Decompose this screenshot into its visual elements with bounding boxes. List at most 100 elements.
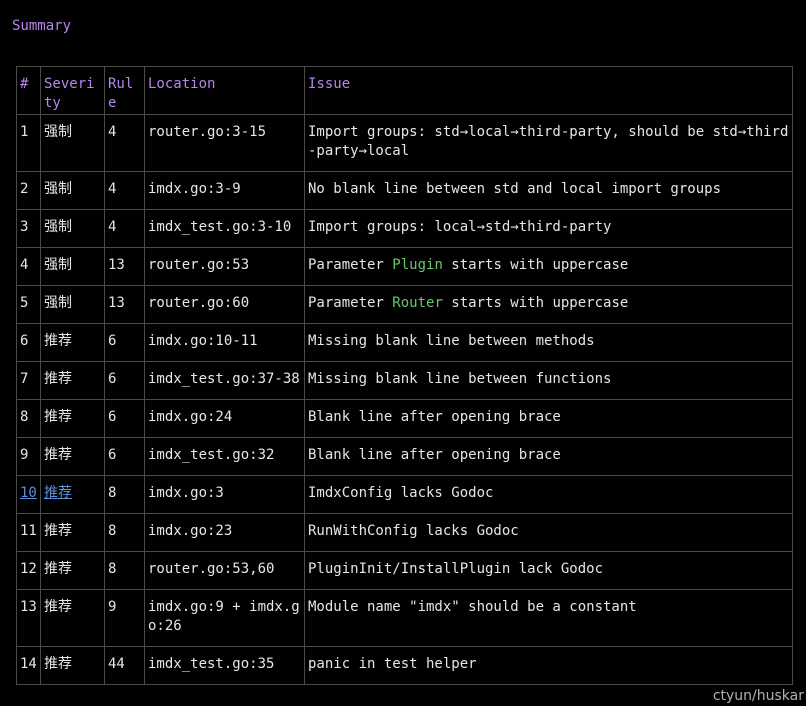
page-title: Summary (12, 18, 72, 34)
column-header-rule: Rule (104, 66, 145, 115)
row-number: 5 (16, 285, 41, 324)
row-issue: Parameter Router starts with uppercase (304, 285, 793, 324)
row-location: imdx.go:3 (144, 475, 305, 514)
row-issue: Blank line after opening brace (304, 399, 793, 438)
row-number: 14 (16, 646, 41, 685)
row-severity: 推荐 (40, 323, 105, 362)
row-number: 2 (16, 171, 41, 210)
row-rule: 8 (104, 475, 145, 514)
table-row: 5 强制 13 router.go:60 Parameter Router st… (16, 285, 793, 324)
table-row: 12 推荐 8 router.go:53,60 PluginInit/Insta… (16, 551, 793, 590)
column-header-location: Location (144, 66, 305, 115)
row-rule: 4 (104, 114, 145, 172)
row-number: 13 (16, 589, 41, 647)
table-row: 1 强制 4 router.go:3-15 Import groups: std… (16, 114, 793, 172)
review-summary-table: # Severity Rule Location Issue 1 强制 4 ro… (16, 66, 793, 685)
row-location: imdx_test.go:37-38 (144, 361, 305, 400)
row-number: 3 (16, 209, 41, 248)
row-rule: 6 (104, 437, 145, 476)
row-rule: 13 (104, 247, 145, 286)
row-number: 11 (16, 513, 41, 552)
row-severity: 强制 (40, 114, 105, 172)
row-number: 7 (16, 361, 41, 400)
issue-text-prefix: Parameter (308, 257, 393, 273)
row-issue: ImdxConfig lacks Godoc (304, 475, 793, 514)
table-row: 6 推荐 6 imdx.go:10-11 Missing blank line … (16, 323, 793, 362)
row-issue: Parameter Plugin starts with uppercase (304, 247, 793, 286)
issue-text-suffix: starts with uppercase (442, 257, 629, 273)
row-location: imdx.go:9 + imdx.go:26 (144, 589, 305, 647)
column-header-number: # (16, 66, 41, 115)
row-rule: 4 (104, 209, 145, 248)
row-location: router.go:53 (144, 247, 305, 286)
row-rule: 6 (104, 323, 145, 362)
row-number: 9 (16, 437, 41, 476)
column-header-severity: Severity (40, 66, 105, 115)
table-row: 7 推荐 6 imdx_test.go:37-38 Missing blank … (16, 361, 793, 400)
identifier-plugin: Plugin (392, 257, 443, 273)
row-issue: panic in test helper (304, 646, 793, 685)
table-row: 11 推荐 8 imdx.go:23 RunWithConfig lacks G… (16, 513, 793, 552)
table-row: 2 强制 4 imdx.go:3-9 No blank line between… (16, 171, 793, 210)
row-issue: PluginInit/InstallPlugin lack Godoc (304, 551, 793, 590)
table-row: 9 推荐 6 imdx_test.go:32 Blank line after … (16, 437, 793, 476)
row-severity-link: 推荐 (40, 475, 105, 514)
row-issue: Missing blank line between functions (304, 361, 793, 400)
row-rule: 8 (104, 513, 145, 552)
row-number-link: 10 (16, 475, 41, 514)
table-row: 13 推荐 9 imdx.go:9 + imdx.go:26 Module na… (16, 589, 793, 647)
row-number-link-text[interactable]: 10 (20, 485, 37, 501)
table-row: 8 推荐 6 imdx.go:24 Blank line after openi… (16, 399, 793, 438)
row-issue: Module name "imdx" should be a constant (304, 589, 793, 647)
row-severity: 推荐 (40, 589, 105, 647)
row-rule: 9 (104, 589, 145, 647)
row-rule: 8 (104, 551, 145, 590)
row-location: imdx_test.go:35 (144, 646, 305, 685)
row-number: 4 (16, 247, 41, 286)
row-severity: 推荐 (40, 437, 105, 476)
row-rule: 13 (104, 285, 145, 324)
row-location: router.go:53,60 (144, 551, 305, 590)
row-rule: 6 (104, 399, 145, 438)
row-issue: No blank line between std and local impo… (304, 171, 793, 210)
row-rule: 44 (104, 646, 145, 685)
row-severity: 强制 (40, 209, 105, 248)
row-severity: 推荐 (40, 399, 105, 438)
row-location: router.go:3-15 (144, 114, 305, 172)
row-location: router.go:60 (144, 285, 305, 324)
table-row: 4 强制 13 router.go:53 Parameter Plugin st… (16, 247, 793, 286)
row-location: imdx.go:24 (144, 399, 305, 438)
issue-text-prefix: Parameter (308, 295, 393, 311)
row-number: 6 (16, 323, 41, 362)
row-location: imdx_test.go:32 (144, 437, 305, 476)
row-severity: 推荐 (40, 646, 105, 685)
issue-text-suffix: starts with uppercase (442, 295, 629, 311)
row-severity: 强制 (40, 285, 105, 324)
row-number: 12 (16, 551, 41, 590)
watermark: ctyun/huskar (712, 688, 804, 704)
table-row: 3 强制 4 imdx_test.go:3-10 Import groups: … (16, 209, 793, 248)
row-issue: Import groups: local→std→third-party (304, 209, 793, 248)
table-row-hovered: 10 推荐 8 imdx.go:3 ImdxConfig lacks Godoc (16, 475, 793, 514)
row-location: imdx.go:3-9 (144, 171, 305, 210)
row-issue: Missing blank line between methods (304, 323, 793, 362)
row-location: imdx.go:23 (144, 513, 305, 552)
row-rule: 4 (104, 171, 145, 210)
row-issue: RunWithConfig lacks Godoc (304, 513, 793, 552)
row-severity: 推荐 (40, 361, 105, 400)
row-number: 1 (16, 114, 41, 172)
row-rule: 6 (104, 361, 145, 400)
column-header-issue: Issue (304, 66, 793, 115)
row-severity: 推荐 (40, 513, 105, 552)
row-severity-link-text[interactable]: 推荐 (44, 485, 72, 501)
row-severity: 强制 (40, 247, 105, 286)
table-row: 14 推荐 44 imdx_test.go:35 panic in test h… (16, 646, 793, 685)
row-issue: Blank line after opening brace (304, 437, 793, 476)
row-location: imdx_test.go:3-10 (144, 209, 305, 248)
row-issue: Import groups: std→local→third-party, sh… (304, 114, 793, 172)
row-number: 8 (16, 399, 41, 438)
row-location: imdx.go:10-11 (144, 323, 305, 362)
row-severity: 推荐 (40, 551, 105, 590)
table-header-row: # Severity Rule Location Issue (16, 66, 793, 115)
row-severity: 强制 (40, 171, 105, 210)
